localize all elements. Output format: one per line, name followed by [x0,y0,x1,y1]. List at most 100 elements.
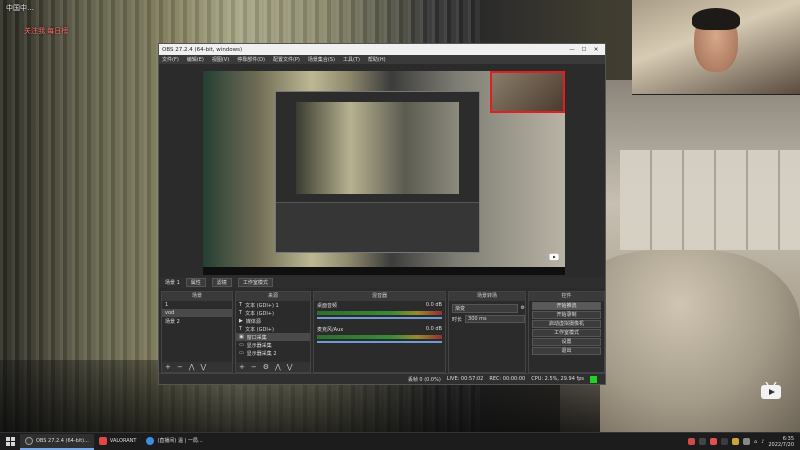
tray-app-icon[interactable] [731,438,739,445]
scene-item[interactable]: 1 [162,301,232,309]
volume-meter [317,311,442,315]
obs-preview[interactable] [203,71,565,275]
menu-view[interactable]: 视图(V) [212,56,229,63]
scene-item[interactable]: 场景 2 [162,317,232,325]
minimize-button[interactable]: — [566,47,578,53]
move-up-icon[interactable]: ⋀ [189,363,195,371]
add-icon[interactable]: + [239,363,245,371]
mixer-dock-title: 混音器 [314,292,445,301]
start-streaming-button[interactable]: 开始推流 [532,302,601,310]
source-label: 媒体源 [245,318,261,325]
selected-source-bounds[interactable] [490,71,565,113]
menu-docks[interactable]: 停靠部件(D) [237,56,265,63]
source-toolbar: 场景 1 属性 滤镜 工作室模式 [159,277,605,288]
tray-app-icon[interactable] [720,438,728,445]
overlay-title: 中国中… [6,4,34,12]
source-item[interactable]: T 文本 (GDI+) [236,325,310,333]
source-item[interactable]: ▭ 显示器采集 2 [236,349,310,357]
scenes-dock-footer: + − ⋀ ⋁ [162,362,232,372]
menu-edit[interactable]: 编辑(E) [187,56,204,63]
source-item[interactable]: T 文本 (GDI+) 1 [236,301,310,309]
sources-dock: 来源 T 文本 (GDI+) 1 T 文本 (GDI+) ▶ 媒体源 T 文本 (GDI… [235,291,311,373]
source-label: 文本 (GDI+) 1 [245,302,279,309]
obs-titlebar[interactable]: OBS 27.2.4 (64-bit, windows) — ☐ ✕ [159,44,605,55]
scenes-dock-title: 场景 [162,292,232,301]
transitions-dock: 场景转场 渐变 ⚙ 时长 300 ms [448,291,526,373]
play-icon: ▶ [239,318,243,324]
filters-button[interactable]: 滤镜 [211,278,232,287]
menu-help[interactable]: 帮助(H) [368,56,386,63]
menu-profile[interactable]: 配置文件(P) [273,56,300,63]
source-item[interactable]: T 文本 (GDI+) [236,309,310,317]
remove-icon[interactable]: − [177,363,183,371]
exit-button[interactable]: 退出 [532,347,601,355]
settings-button[interactable]: 设置 [532,338,601,346]
taskbar-item-label: (直播间) 温 | 一局… [157,438,203,444]
move-up-icon[interactable]: ⋀ [275,363,281,371]
windows-logo-icon [5,437,15,446]
current-source-label: 场景 1 [165,280,180,286]
volume-icon[interactable]: ♪ [761,439,764,445]
taskbar-item-edge[interactable]: (直播间) 温 | 一局… [141,434,207,450]
tray-app-icon[interactable] [709,438,717,445]
close-button[interactable]: ✕ [590,47,602,53]
rec-timer: REC: 00:00:00 [489,376,526,382]
edge-icon [146,436,155,445]
source-label: 文本 (GDI+) [245,326,274,333]
text-icon: T [239,310,243,316]
properties-button[interactable]: 属性 [185,278,206,287]
nested-obs-capture [275,91,480,253]
stream-health-indicator [590,375,597,383]
clock-date: 2022/7/20 [768,441,794,448]
sources-dock-footer: + − ⚙ ⋀ ⋁ [236,362,310,372]
scene-item[interactable]: vod [162,309,232,317]
shoe-shelf [620,150,800,250]
tray-app-icon[interactable] [687,438,695,445]
source-item[interactable]: ▭ 显示器采集 [236,341,310,349]
tray-app-icon[interactable] [742,438,750,445]
menu-file[interactable]: 文件(F) [162,56,179,63]
menu-scene-collection[interactable]: 场景集合(S) [308,56,335,63]
gear-icon[interactable]: ⚙ [521,305,525,311]
move-down-icon[interactable]: ⋁ [287,363,293,371]
start-recording-button[interactable]: 开始录制 [532,311,601,319]
taskbar-item-valorant[interactable]: VALORANT [94,434,142,450]
sources-dock-title: 来源 [236,292,310,301]
studio-mode-button[interactable]: 工作室模式 [532,329,601,337]
obs-status-bar: 丢帧 0 (0.0%) LIVE: 00:57:02 REC: 00:00:00… [159,373,605,384]
volume-slider[interactable] [317,317,442,319]
remove-icon[interactable]: − [251,363,257,371]
virtual-camera-button[interactable]: 启动虚拟摄像机 [532,320,601,328]
webcam-overlay [632,0,800,95]
transition-duration-row: 时长 300 ms [449,315,525,323]
obs-window[interactable]: OBS 27.2.4 (64-bit, windows) — ☐ ✕ 文件(F)… [158,43,606,385]
nested-preview [296,102,459,194]
obs-icon [25,436,33,445]
taskbar-item-obs[interactable]: OBS 27.2.4 (64-bit)... [20,433,94,450]
source-item[interactable]: ▣ 窗口采集 [236,333,310,341]
menu-tools[interactable]: 工具(T) [343,56,360,63]
streamer-hair [692,8,740,30]
source-item[interactable]: ▶ 媒体源 [236,317,310,325]
channel-name: 麦克风/Aux [317,327,344,333]
text-icon: T [239,326,243,332]
transition-select[interactable]: 渐变 [452,303,518,313]
add-icon[interactable]: + [165,363,171,371]
dropped-frames: 丢帧 0 (0.0%) [407,376,441,383]
volume-meter [317,335,442,339]
duration-input[interactable]: 300 ms [465,315,525,323]
studio-mode-toggle[interactable]: 工作室模式 [237,278,273,287]
volume-slider[interactable] [317,341,442,343]
maximize-button[interactable]: ☐ [578,47,590,53]
start-button[interactable] [0,433,20,450]
move-down-icon[interactable]: ⋁ [201,363,207,371]
scenes-dock: 场景 1 vod 场景 2 + − ⋀ ⋁ [161,291,233,373]
system-clock[interactable]: 6:35 2022/7/20 [768,436,794,448]
source-label: 显示器采集 2 [246,350,277,357]
gear-icon[interactable]: ⚙ [263,363,269,371]
source-label: 窗口采集 [246,334,267,341]
obs-title: OBS 27.2.4 (64-bit, windows) [162,46,243,53]
network-icon[interactable]: ⌂ [754,439,757,445]
tray-app-icon[interactable] [698,438,706,445]
cpu-usage: CPU: 2.5%, 29.94 fps [531,376,584,382]
